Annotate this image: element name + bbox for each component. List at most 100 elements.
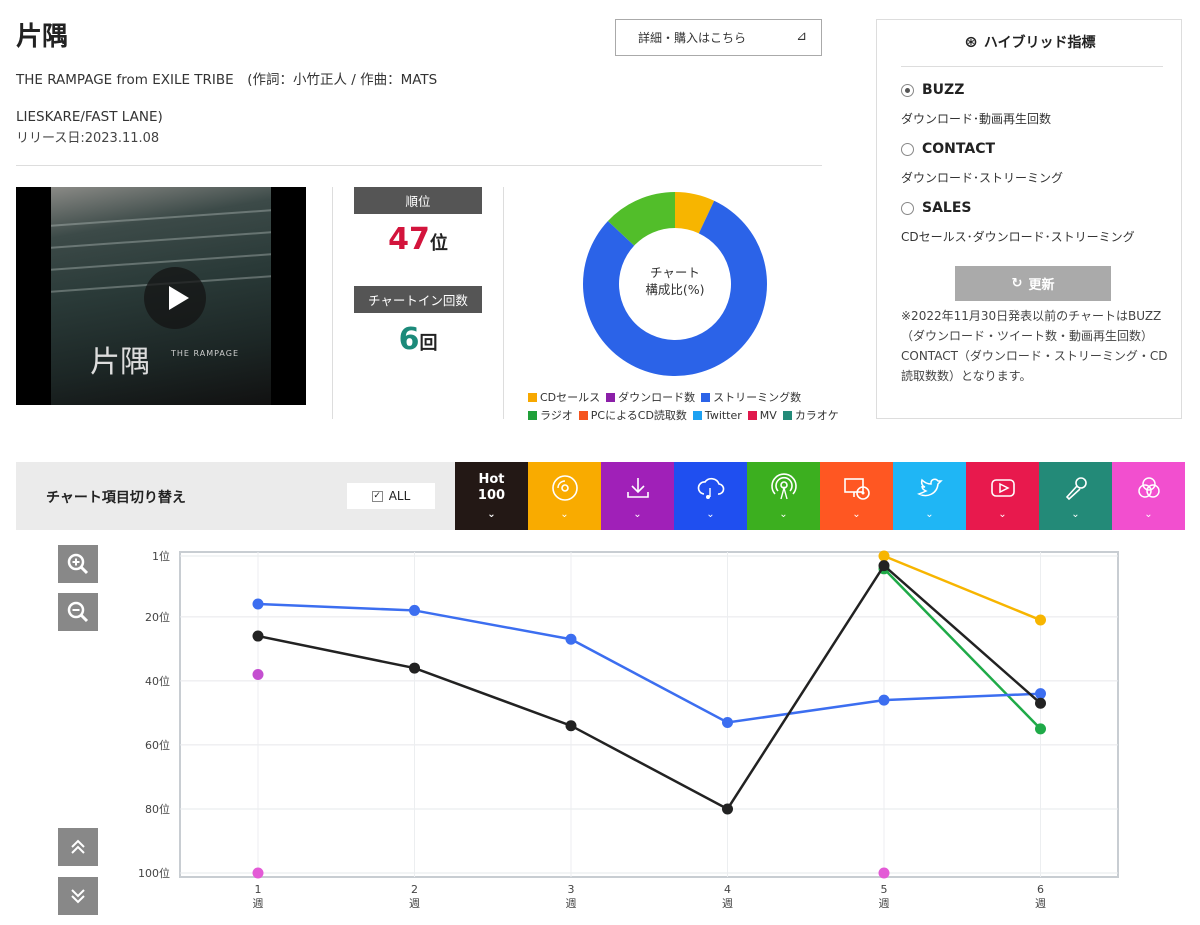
song-title: 片隅 (16, 22, 69, 52)
data-point[interactable] (252, 867, 264, 879)
pc-cd-icon (843, 478, 870, 500)
rank-suffix: 位 (429, 233, 448, 254)
data-point[interactable] (1035, 614, 1046, 626)
zoom-out-icon (67, 601, 89, 623)
chartin-number: 6 (398, 322, 420, 357)
legend-label: カラオケ (794, 409, 839, 422)
legend-label: CDセールス (540, 391, 601, 404)
donut-legend-row: ラジオ PCによるCD読取数 Twitter MV カラオケ (528, 407, 839, 423)
rank-value: 47位 (354, 222, 482, 257)
x-tick-label: 週 (253, 897, 264, 910)
data-point[interactable] (878, 694, 890, 706)
tab-microphone[interactable]: ⌄ (1039, 462, 1112, 530)
x-tick-label: 週 (566, 897, 577, 910)
tab-radio[interactable]: ⌄ (747, 462, 820, 530)
scroll-up-button[interactable] (58, 828, 98, 866)
thumbnail-band: THE RAMPAGE (171, 349, 240, 358)
legend-label: MV (759, 408, 777, 422)
chevron-down-icon: ⌄ (633, 509, 642, 520)
y-tick-label: 60位 (145, 738, 170, 752)
data-point[interactable] (565, 720, 577, 732)
checkbox-icon: ✓ (371, 490, 383, 502)
radio-icon (901, 83, 914, 97)
legend-swatch (692, 410, 702, 420)
legend-swatch (747, 410, 757, 420)
tab-streaming-cloud[interactable]: ⌄ (674, 462, 747, 530)
data-point[interactable] (722, 717, 733, 729)
data-point[interactable] (878, 867, 890, 879)
hybrid-index-panel: ⊛ ハイブリッド指標 BUZZ ダウンロード･動画再生回数 CONTACT ダウン… (876, 19, 1182, 419)
legend-label: ストリーミング数 (713, 391, 802, 404)
legend-swatch (782, 410, 792, 420)
radio-desc: ダウンロード･動画再生回数 (901, 112, 1052, 126)
x-tick-label: 5 (881, 883, 888, 896)
radio-desc: CDセールス･ダウンロード･ストリーミング (901, 230, 1135, 244)
hybrid-icon: ⊛ (964, 32, 978, 51)
data-point[interactable] (409, 662, 420, 674)
radio-icon (901, 142, 914, 156)
legend-swatch (528, 392, 537, 402)
radio-buzz[interactable]: BUZZ (901, 82, 964, 98)
update-button[interactable]: ↻ 更新 (955, 266, 1111, 301)
data-point[interactable] (252, 668, 264, 680)
data-point[interactable] (252, 630, 264, 642)
x-tick-label: 1 (255, 883, 262, 896)
plot-area (179, 551, 1119, 878)
rank-number: 47 (388, 222, 430, 257)
data-point[interactable] (1035, 723, 1046, 735)
radio-contact[interactable]: CONTACT (901, 141, 995, 157)
youtube-icon (990, 479, 1015, 497)
tab-download[interactable]: ⌄ (601, 462, 674, 530)
x-tick-label: 3 (568, 883, 575, 896)
artist-credit: THE RAMPAGE from EXILE TRIBE (作詞：小竹正人 / … (16, 72, 438, 125)
chartin-suffix: 回 (419, 333, 438, 354)
zoom-in-button[interactable] (58, 545, 98, 583)
radio-sales[interactable]: SALES (901, 200, 972, 216)
chart-switcher-bar: チャート項目切り替え ✓ ALL Hot 100 ⌄ ⌄ ⌄ ⌄ ⌄ ⌄ ⌄ ⌄ ⌄ ⌄ (16, 462, 1185, 530)
data-point[interactable] (1035, 697, 1046, 709)
legend-item: ダウンロード数 (606, 389, 695, 405)
video-thumbnail[interactable]: 片隅 THE RAMPAGE (16, 187, 306, 405)
donut-center-label: チャート 構成比(%) (645, 265, 705, 297)
data-point[interactable] (878, 550, 890, 562)
detail-purchase-button[interactable]: 詳細・購入はこちら ⊿ (615, 19, 822, 56)
legend-item: MV (747, 407, 777, 423)
tab-hot100[interactable]: Hot 100 ⌄ (455, 462, 528, 530)
chevron-down-icon: ⌄ (998, 509, 1007, 520)
legend-label: ダウンロード数 (618, 391, 696, 404)
data-point[interactable] (409, 604, 420, 616)
data-point[interactable] (565, 633, 577, 645)
chevron-down-icon: ⌄ (779, 509, 788, 520)
data-point[interactable] (252, 598, 264, 610)
divider (332, 187, 333, 419)
release-date: リリース日:2023.11.08 (16, 131, 160, 146)
legend-swatch (578, 410, 588, 420)
legend-label: PCによるCD読取数 (590, 409, 687, 422)
x-tick-label: 週 (722, 897, 733, 910)
tab-twitter[interactable]: ⌄ (893, 462, 966, 530)
tab-pc-cd[interactable]: ⌄ (820, 462, 893, 530)
chartin-label: チャートイン回数 (354, 286, 482, 313)
legend-swatch (701, 392, 711, 402)
data-point[interactable] (1035, 688, 1046, 700)
data-point[interactable] (878, 560, 890, 572)
rank-line-chart: 1位20位40位60位80位100位1週2週3週4週5週6週 (138, 549, 1119, 910)
legend-label: ラジオ (540, 409, 573, 422)
double-chevron-down-icon (71, 889, 85, 904)
scroll-down-button[interactable] (58, 877, 98, 915)
radio-icon (901, 201, 914, 215)
x-tick-label: 週 (879, 897, 890, 910)
tab-youtube[interactable]: ⌄ (966, 462, 1039, 530)
zoom-out-button[interactable] (58, 593, 98, 631)
legend-item: PCによるCD読取数 (578, 407, 687, 423)
twitter-icon (916, 478, 943, 497)
legend-label: Twitter (704, 408, 742, 422)
all-checkbox[interactable]: ✓ ALL (347, 483, 435, 509)
chevron-down-icon: ⌄ (852, 509, 861, 520)
tab-hybrid[interactable]: ⌄ (1112, 462, 1185, 530)
y-tick-label: 1位 (152, 549, 170, 563)
play-icon[interactable] (144, 267, 206, 329)
streaming-cloud-icon (697, 477, 724, 499)
data-point[interactable] (722, 803, 733, 815)
tab-cd[interactable]: ⌄ (528, 462, 601, 530)
